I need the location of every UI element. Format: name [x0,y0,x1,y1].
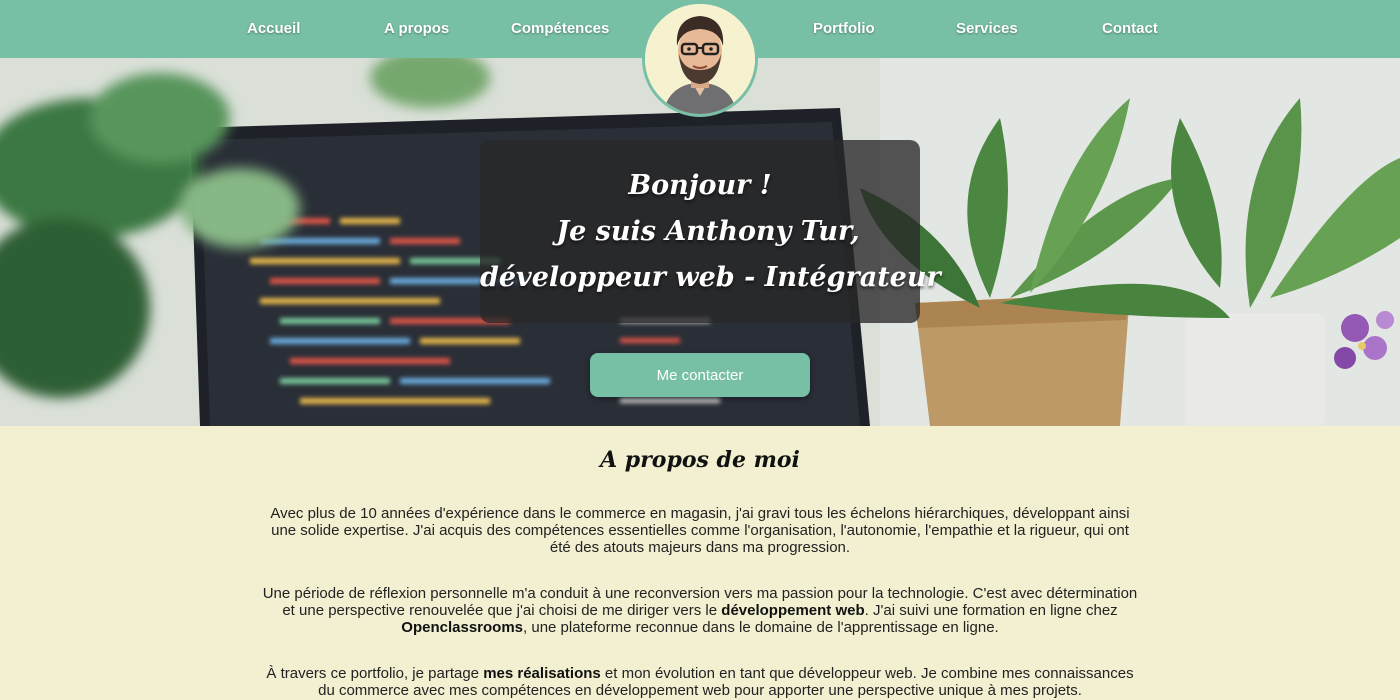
about-paragraph-2: Une période de réflexion personnelle m'a… [262,585,1138,636]
avatar-illustration-icon [645,4,755,114]
greeting-line-2: Je suis Anthony Tur, [556,216,860,247]
about-title: A propos de moi [600,447,800,473]
about-p3-text-a: À travers ce portfolio, je partage [266,665,484,682]
nav-link-portfolio[interactable]: Portfolio [813,20,875,37]
contact-me-button[interactable]: Me contacter [590,353,810,397]
greeting-line-1: Bonjour ! [628,170,772,201]
greeting-box: Bonjour ! Je suis Anthony Tur, développe… [480,140,941,323]
greeting-line-3: développeur web - Intégrateur [480,262,941,293]
about-p2-text-e: , une plateforme reconnue dans le domain… [523,619,999,636]
about-p2-bold-dev-web: développement web [721,602,865,619]
nav-link-services[interactable]: Services [956,20,1018,37]
nav-link-a-propos[interactable]: A propos [384,20,449,37]
about-p2-bold-openclassrooms: Openclassrooms [401,619,524,636]
nav-link-contact[interactable]: Contact [1102,20,1158,37]
avatar[interactable] [642,1,758,117]
about-p2-text-c: . J'ai suivi une formation en ligne chez [864,602,1118,619]
nav-link-accueil[interactable]: Accueil [247,20,300,37]
about-paragraph-3: À travers ce portfolio, je partage mes r… [262,665,1138,699]
nav-link-competences[interactable]: Compétences [511,20,609,37]
about-p3-bold-realisations: mes réalisations [483,665,601,682]
about-paragraph-1: Avec plus de 10 années d'expérience dans… [270,505,1130,556]
